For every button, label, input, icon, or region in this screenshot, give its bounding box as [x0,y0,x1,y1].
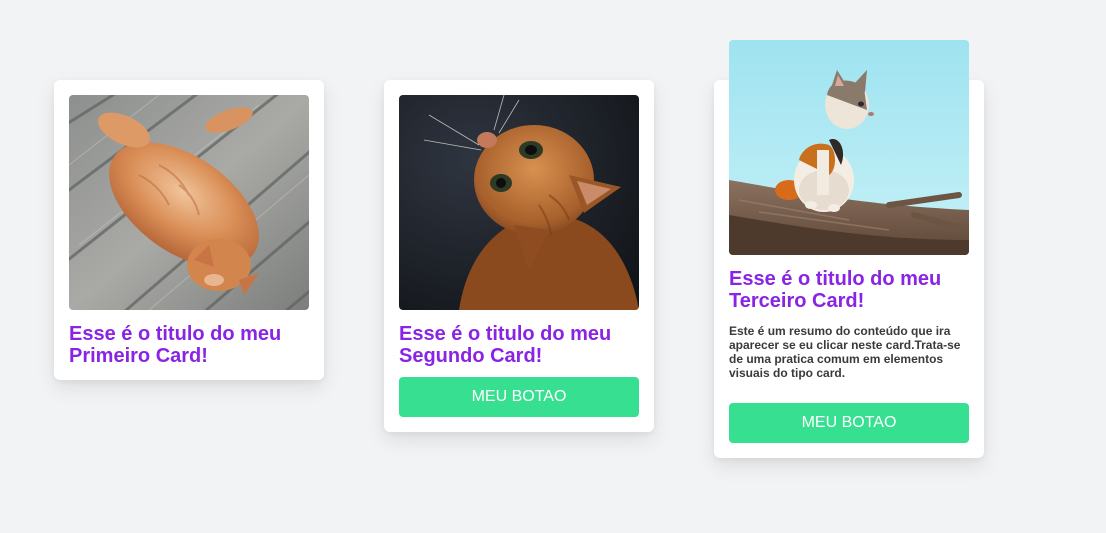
card-primeiro[interactable]: Esse é o titulo do meu Primeiro Card! [54,80,324,380]
card-image-cat-on-deck [69,95,309,310]
card-description: Este é um resumo do conteúdo que ira apa… [729,324,961,380]
card-title-line: Primeiro Card! [69,345,208,367]
card-title-line: Esse é o titulo do meu [729,268,942,290]
card-button[interactable]: MEU BOTAO [399,377,639,417]
card-title: Esse é o titulo do meu Segundo Card! [399,323,649,367]
card-image-kitten-on-branch [729,40,969,255]
card-segundo[interactable]: Esse é o titulo do meu Segundo Card! MEU… [384,80,654,432]
card-title-line: Esse é o titulo do meu [399,323,612,345]
card-button[interactable]: MEU BOTAO [729,403,969,443]
card-title-line: Esse é o titulo do meu [69,323,282,345]
card-title: Esse é o titulo do meu Terceiro Card! [729,268,979,312]
card-title-line: Segundo Card! [399,345,543,367]
card-title: Esse é o titulo do meu Primeiro Card! [69,323,319,367]
card-terceiro[interactable]: Esse é o titulo do meu Terceiro Card! Es… [714,40,984,458]
card-title-line: Terceiro Card! [729,290,865,312]
card-image-cat-looking-up [399,95,639,310]
